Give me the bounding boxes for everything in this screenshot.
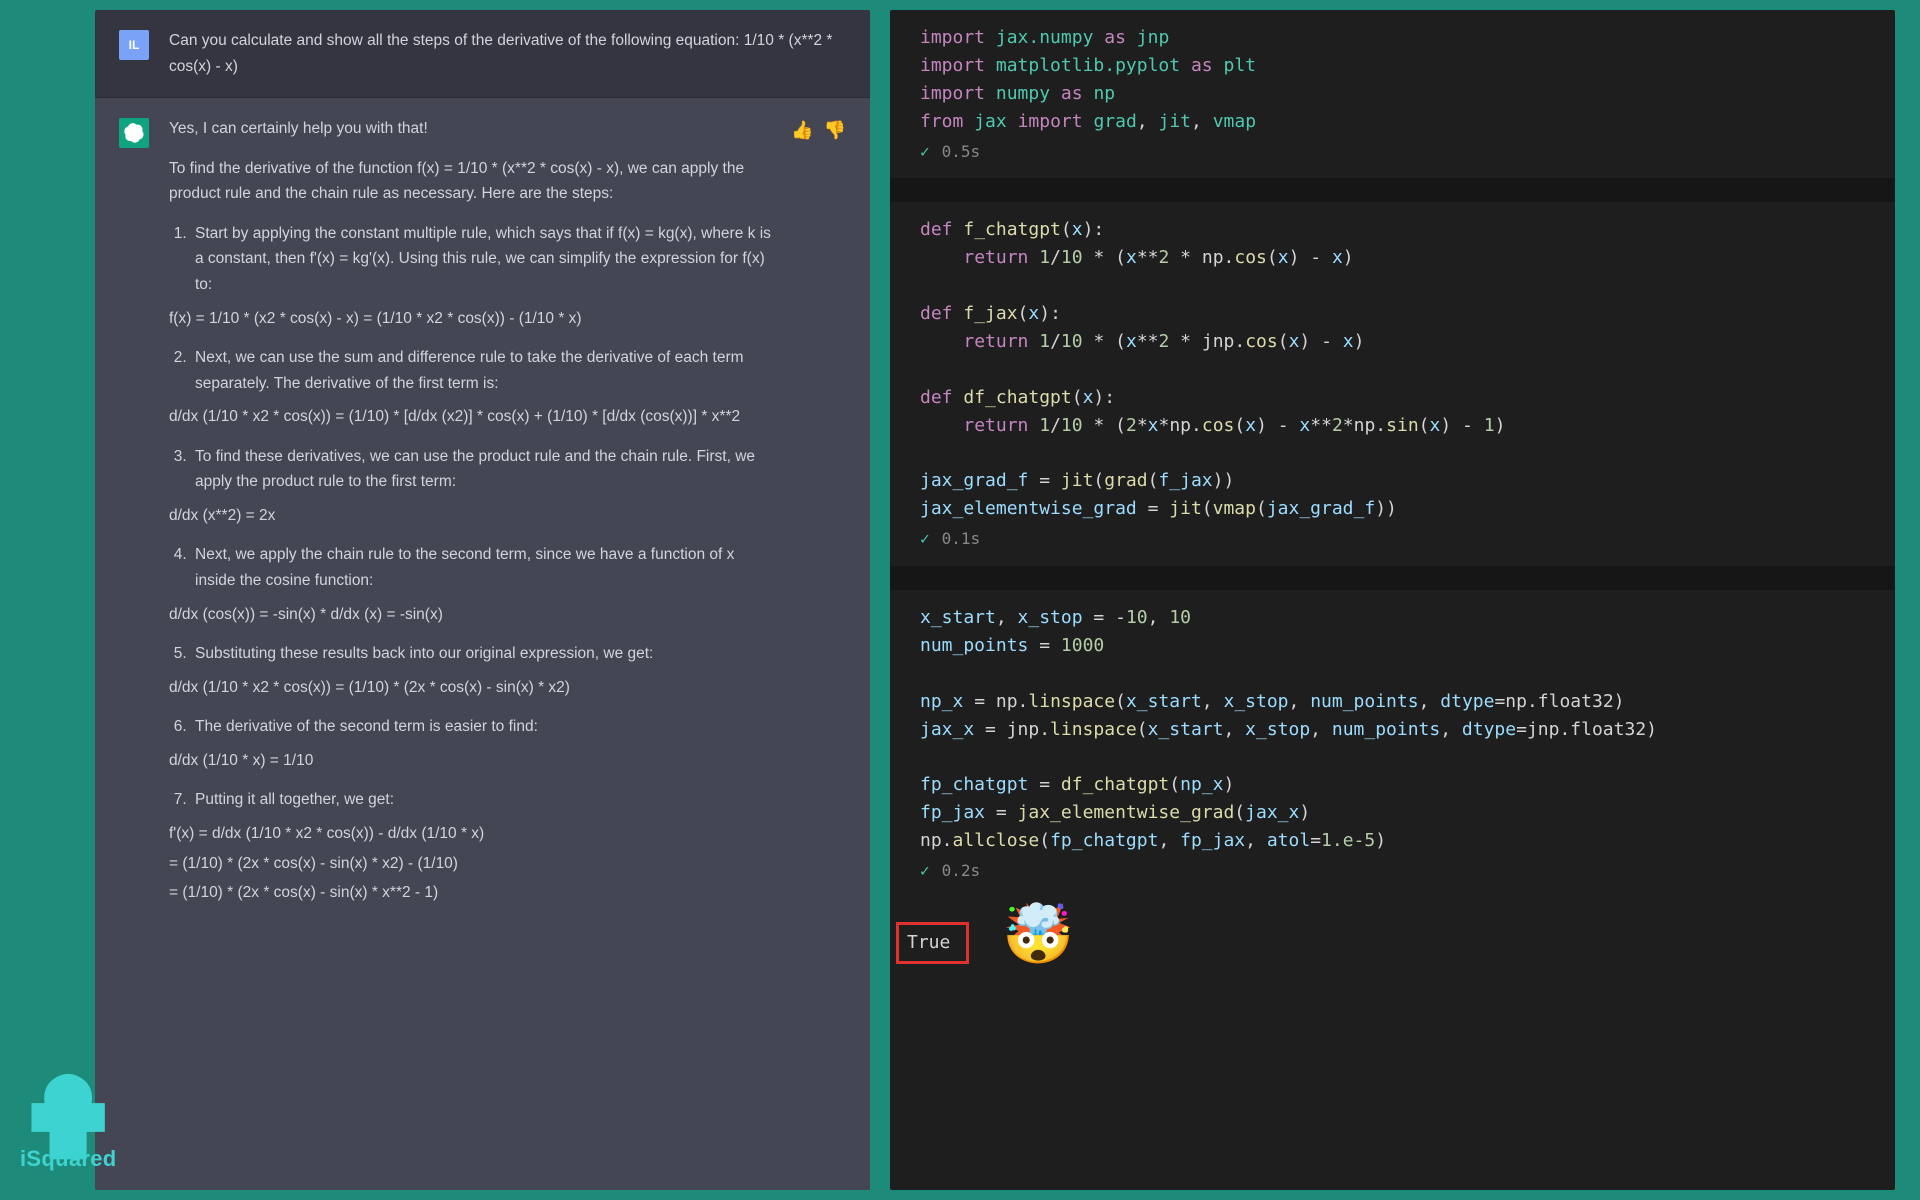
cell-separator bbox=[890, 178, 1895, 202]
thumbs-up-icon[interactable]: 👍 bbox=[791, 120, 813, 1172]
check-icon: ✓ bbox=[920, 859, 930, 884]
cell-1-time: 0.5s bbox=[942, 140, 981, 165]
thumbs-down-icon[interactable]: 👎 bbox=[824, 120, 846, 1172]
code-cell-3[interactable]: x_start, x_stop = -10, 10 num_points = 1… bbox=[890, 590, 1895, 898]
eq-7a: f'(x) = d/dx (1/10 * x2 * cos(x)) - d/dx… bbox=[169, 821, 771, 847]
isquared-logo: ⬤▜▛ iSquared bbox=[20, 1076, 117, 1172]
cell-3-status: ✓ 0.2s bbox=[920, 855, 1865, 890]
eq-1: f(x) = 1/10 * (x2 * cos(x) - x) = (1/10 … bbox=[169, 306, 771, 332]
user-message: IL Can you calculate and show all the st… bbox=[95, 10, 870, 98]
eq-6: d/dx (1/10 * x) = 1/10 bbox=[169, 748, 771, 774]
step-6: The derivative of the second term is eas… bbox=[191, 714, 771, 740]
logo-icon: ⬤▜▛ bbox=[20, 1076, 117, 1150]
assistant-p1: To find the derivative of the function f… bbox=[169, 156, 771, 207]
check-icon: ✓ bbox=[920, 140, 930, 165]
output-true: True bbox=[896, 922, 969, 964]
eq-4: d/dx (cos(x)) = -sin(x) * d/dx (x) = -si… bbox=[169, 602, 771, 628]
assistant-message: Yes, I can certainly help you with that!… bbox=[95, 98, 870, 1190]
step-7: Putting it all together, we get: bbox=[191, 787, 771, 813]
code-cell-1[interactable]: import jax.numpy as jnp import matplotli… bbox=[890, 10, 1895, 178]
code-panel: import jax.numpy as jnp import matplotli… bbox=[890, 10, 1895, 1190]
logo-text: iSquared bbox=[20, 1146, 117, 1171]
step-3: To find these derivatives, we can use th… bbox=[191, 444, 771, 495]
check-icon: ✓ bbox=[920, 527, 930, 552]
step-1: Start by applying the constant multiple … bbox=[191, 221, 771, 298]
cell-2-time: 0.1s bbox=[942, 527, 981, 552]
chat-panel: IL Can you calculate and show all the st… bbox=[95, 10, 870, 1190]
user-prompt-text: Can you calculate and show all the steps… bbox=[169, 28, 846, 79]
cell-separator bbox=[890, 566, 1895, 590]
eq-5: d/dx (1/10 * x2 * cos(x)) = (1/10) * (2x… bbox=[169, 675, 771, 701]
assistant-avatar bbox=[119, 118, 149, 148]
cell-2-status: ✓ 0.1s bbox=[920, 523, 1865, 558]
step-2: Next, we can use the sum and difference … bbox=[191, 345, 771, 396]
assistant-intro: Yes, I can certainly help you with that! bbox=[169, 116, 771, 142]
eq-7b: = (1/10) * (2x * cos(x) - sin(x) * x2) -… bbox=[169, 851, 771, 877]
user-avatar: IL bbox=[119, 30, 149, 60]
mind-blown-emoji: 🤯 bbox=[1002, 900, 1074, 968]
code-cell-2[interactable]: def f_chatgpt(x): return 1/10 * (x**2 * … bbox=[890, 202, 1895, 566]
cell-3-time: 0.2s bbox=[942, 859, 981, 884]
feedback-row: 👍 👎 bbox=[791, 120, 846, 1172]
cell-1-status: ✓ 0.5s bbox=[920, 136, 1865, 171]
eq-3: d/dx (x**2) = 2x bbox=[169, 503, 771, 529]
assistant-body: Yes, I can certainly help you with that!… bbox=[169, 116, 771, 1172]
eq-2: d/dx (1/10 * x2 * cos(x)) = (1/10) * [d/… bbox=[169, 404, 771, 430]
step-5: Substituting these results back into our… bbox=[191, 641, 771, 667]
eq-7c: = (1/10) * (2x * cos(x) - sin(x) * x**2 … bbox=[169, 880, 771, 906]
step-4: Next, we apply the chain rule to the sec… bbox=[191, 542, 771, 593]
